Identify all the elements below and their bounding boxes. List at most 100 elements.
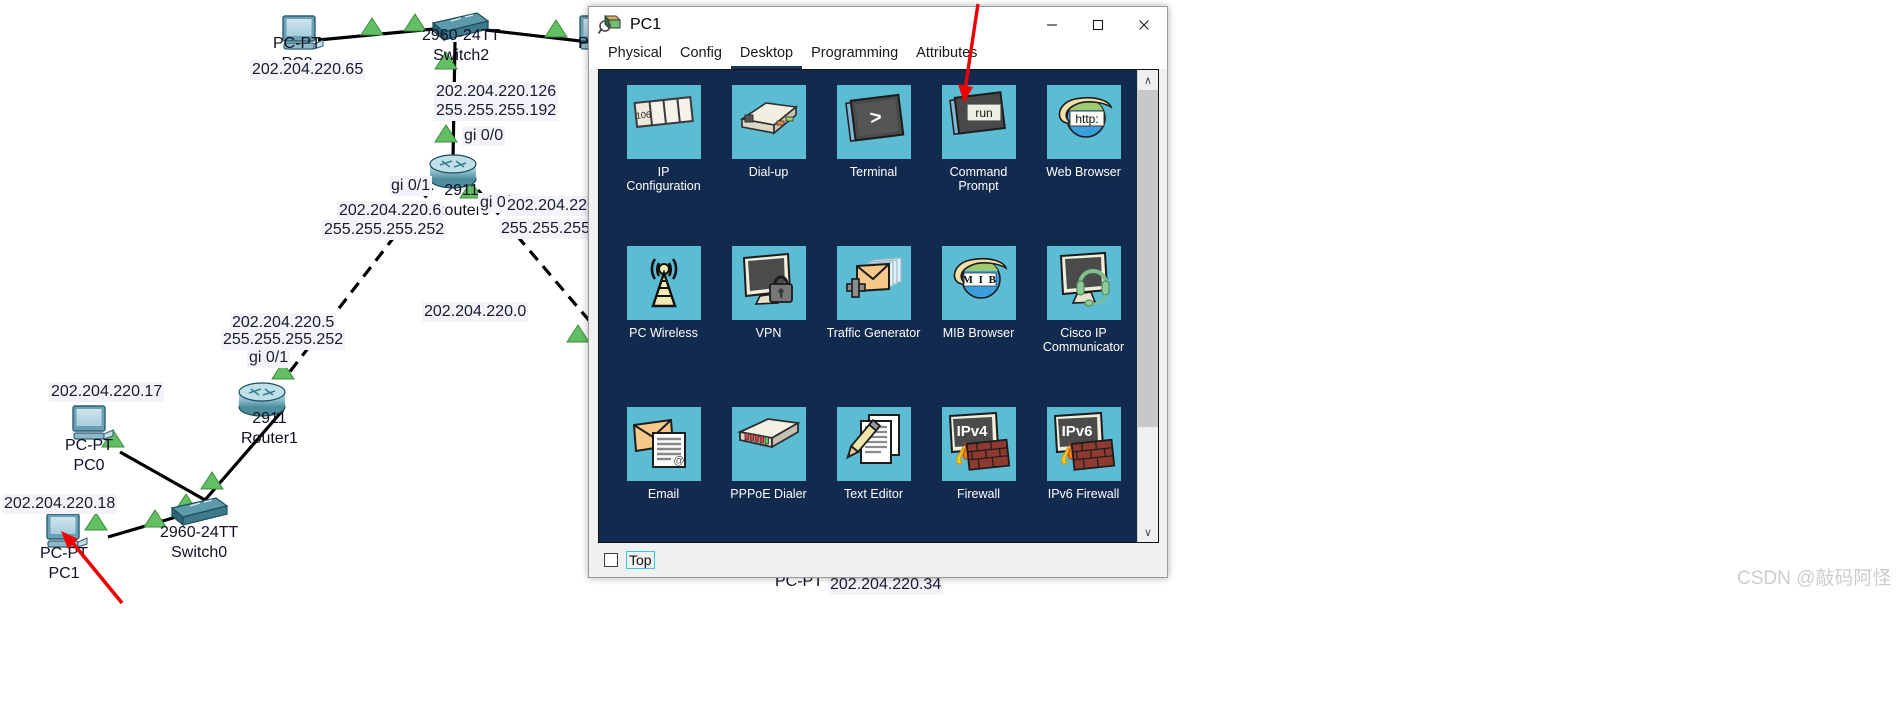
desktop-icon-area[interactable]: 106 IP Configuration Dial-up > Terminal … bbox=[599, 70, 1137, 542]
web-browser-icon[interactable]: http: bbox=[1046, 85, 1121, 159]
desktop-item-mib-browser[interactable]: M I B MIB Browser bbox=[926, 246, 1031, 346]
desktop-vertical-scrollbar[interactable]: ∧ ∨ bbox=[1137, 70, 1158, 542]
desktop-item-label: Command Prompt bbox=[926, 165, 1031, 193]
vpn-icon[interactable] bbox=[731, 246, 806, 320]
topology-label: 255.255.255.252 bbox=[322, 220, 447, 240]
device-model: PC-PT bbox=[40, 545, 88, 562]
desktop-item-traffic-generator[interactable]: Traffic Generator bbox=[821, 246, 926, 346]
tab-physical[interactable]: Physical bbox=[599, 44, 671, 69]
window-title: PC1 bbox=[630, 16, 662, 33]
maximize-button[interactable] bbox=[1075, 7, 1121, 43]
label-line-1: MIB Browser bbox=[942, 326, 1015, 340]
desktop-item-web-browser[interactable]: http: Web Browser bbox=[1031, 85, 1136, 185]
desktop-item-label: Firewall bbox=[926, 487, 1031, 501]
desktop-item-email[interactable]: @ Email bbox=[611, 407, 716, 507]
device-label-pc1: PC-PT PC1 bbox=[40, 544, 88, 584]
device-model: PC-PT bbox=[65, 437, 113, 454]
icon-badge: http: bbox=[1075, 112, 1098, 126]
pc-wireless-icon[interactable] bbox=[626, 246, 701, 320]
topology-label: 202.204.220.0 bbox=[422, 302, 529, 322]
device-model: 2960-24TT bbox=[422, 27, 501, 44]
device-label-switch0: 2960-24TT Switch0 bbox=[160, 523, 238, 563]
label-line-2: Communicator bbox=[1042, 340, 1125, 354]
desktop-item-pc-wireless[interactable]: PC Wireless bbox=[611, 246, 716, 346]
label-line-1: Cisco IP bbox=[1060, 326, 1107, 340]
label-line-1: Web Browser bbox=[1046, 165, 1121, 179]
scroll-down-arrow-icon[interactable]: ∨ bbox=[1138, 522, 1158, 542]
desktop-item-command-prompt[interactable]: run Command Prompt bbox=[926, 85, 1031, 193]
label-line-1: Firewall bbox=[956, 487, 1001, 501]
device-name: PC1 bbox=[48, 565, 80, 582]
desktop-item-label: Dial-up bbox=[716, 165, 821, 179]
traffic-generator-icon[interactable] bbox=[836, 246, 911, 320]
label-line-1: Text Editor bbox=[843, 487, 904, 501]
pc1-window[interactable]: PC1 Physical Config Desktop Programming … bbox=[588, 6, 1168, 578]
desktop-item-pppoe-dialer[interactable]: PPPoE Dialer bbox=[716, 407, 821, 507]
terminal-icon[interactable]: > bbox=[836, 85, 911, 159]
top-checkbox[interactable] bbox=[604, 553, 618, 567]
desktop-item-firewall[interactable]: IPv4 Firewall bbox=[926, 407, 1031, 507]
device-name: Router1 bbox=[241, 430, 298, 447]
desktop-item-label: IPv6 Firewall bbox=[1031, 487, 1136, 501]
window-body: 106 IP Configuration Dial-up > Terminal … bbox=[589, 69, 1167, 577]
window-tabs[interactable]: Physical Config Desktop Programming Attr… bbox=[589, 43, 1167, 69]
dial-up-modem-icon[interactable] bbox=[731, 85, 806, 159]
desktop-item-terminal[interactable]: > Terminal bbox=[821, 85, 926, 185]
desktop-item-label: VPN bbox=[716, 326, 821, 340]
topology-label: gi 0/1 bbox=[389, 176, 433, 196]
firewall-icon[interactable]: IPv4 bbox=[941, 407, 1016, 481]
device-label-switch2: 2960-24TT Switch2 bbox=[422, 26, 500, 66]
tab-attributes[interactable]: Attributes bbox=[907, 44, 986, 69]
ipv6-firewall-icon[interactable]: IPv6 bbox=[1046, 407, 1121, 481]
email-icon[interactable]: @ bbox=[626, 407, 701, 481]
desktop-item-dial-up[interactable]: Dial-up bbox=[716, 85, 821, 185]
label-line-1: PC Wireless bbox=[629, 326, 698, 340]
device-name: Switch0 bbox=[171, 544, 228, 561]
topology-label: 202.204.220.34 bbox=[828, 575, 944, 595]
topology-label: 255.255.255.192 bbox=[434, 101, 559, 121]
icon-badge: IPv4 bbox=[956, 423, 988, 440]
tab-programming[interactable]: Programming bbox=[802, 44, 907, 69]
command-prompt-icon[interactable]: run bbox=[941, 85, 1016, 159]
close-button[interactable] bbox=[1121, 7, 1167, 43]
desktop-item-label: Text Editor bbox=[821, 487, 926, 501]
topology-label: gi 0/1 bbox=[247, 348, 291, 368]
icon-badge: @ bbox=[673, 455, 684, 467]
desktop-icon-grid: 106 IP Configuration Dial-up > Terminal … bbox=[599, 70, 1137, 507]
label-line-1: Email bbox=[647, 487, 680, 501]
cisco-ip-communicator-icon[interactable] bbox=[1046, 246, 1121, 320]
icon-badge: 106 bbox=[635, 109, 651, 121]
label-line-2: Configuration bbox=[626, 179, 701, 193]
label-line-1: Dial-up bbox=[748, 165, 789, 179]
mib-browser-icon[interactable]: M I B bbox=[941, 246, 1016, 320]
desktop-item-ip-configuration[interactable]: 106 IP Configuration bbox=[611, 85, 716, 193]
tab-config[interactable]: Config bbox=[671, 44, 731, 69]
scrollbar-thumb[interactable] bbox=[1138, 90, 1158, 427]
scroll-up-arrow-icon[interactable]: ∧ bbox=[1138, 70, 1158, 90]
desktop-panel: 106 IP Configuration Dial-up > Terminal … bbox=[598, 69, 1159, 543]
minimize-button[interactable] bbox=[1029, 7, 1075, 43]
desktop-item-label: PPPoE Dialer bbox=[716, 487, 821, 501]
desktop-item-label: IP Configuration bbox=[611, 165, 716, 193]
desktop-item-ipv6-firewall[interactable]: IPv6 IPv6 Firewall bbox=[1031, 407, 1136, 507]
pppoe-dialer-icon[interactable] bbox=[731, 407, 806, 481]
desktop-item-label: Email bbox=[611, 487, 716, 501]
window-titlebar[interactable]: PC1 bbox=[589, 7, 1167, 43]
ip-configuration-icon[interactable]: 106 bbox=[626, 85, 701, 159]
desktop-item-cisco-ip-communicator[interactable]: Cisco IP Communicator bbox=[1031, 246, 1136, 354]
topology-label: 255.255.255.252 bbox=[221, 330, 346, 350]
text-editor-icon[interactable] bbox=[836, 407, 911, 481]
top-checkbox-label[interactable]: Top bbox=[626, 551, 655, 569]
tab-desktop[interactable]: Desktop bbox=[730, 44, 803, 69]
topology-label: 202.204.220.6 bbox=[337, 201, 444, 221]
desktop-item-text-editor[interactable]: Text Editor bbox=[821, 407, 926, 507]
label-line-1: Command bbox=[949, 165, 1008, 179]
label-line-1: PPPoE Dialer bbox=[730, 487, 807, 501]
topology-label: gi 0/0 bbox=[462, 126, 506, 146]
scrollbar-track[interactable] bbox=[1138, 90, 1158, 522]
desktop-item-label: Terminal bbox=[821, 165, 926, 179]
desktop-item-vpn[interactable]: VPN bbox=[716, 246, 821, 346]
icon-badge: M I B bbox=[962, 274, 997, 286]
label-line-1: Terminal bbox=[849, 165, 898, 179]
device-model: 2911 bbox=[252, 410, 287, 427]
